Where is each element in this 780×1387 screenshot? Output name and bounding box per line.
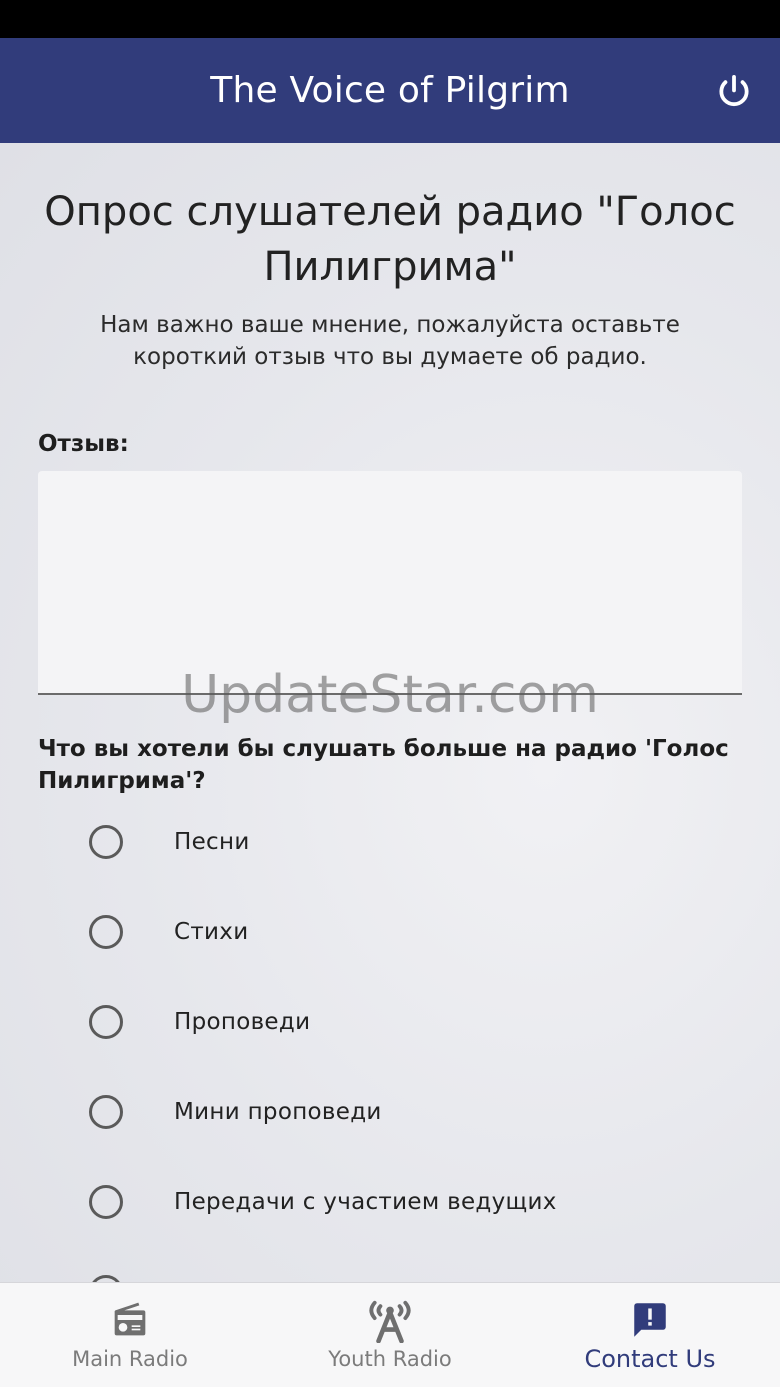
radio-button[interactable] (89, 1275, 123, 1282)
power-button[interactable] (714, 72, 754, 112)
option-mini-sermons[interactable]: Мини проповеди (0, 1067, 780, 1157)
option-label: Песни (174, 829, 250, 855)
bottom-navigation: Main Radio Youth Radio Contact Us (0, 1282, 780, 1387)
survey-title: Опрос слушателей радио "Голос Пилигрима" (44, 189, 736, 290)
option-label: Мини проповеди (174, 1099, 382, 1125)
radio-button[interactable] (89, 1095, 123, 1129)
status-bar (0, 0, 780, 38)
nav-contact-us[interactable]: Contact Us (520, 1283, 780, 1387)
nav-label: Contact Us (584, 1345, 716, 1373)
feedback-label: Отзыв: (38, 431, 129, 457)
option-poems[interactable]: Стихи (0, 887, 780, 977)
radio-button[interactable] (89, 915, 123, 949)
nav-youth-radio[interactable]: Youth Radio (260, 1283, 520, 1387)
option-partial[interactable] (0, 1247, 780, 1282)
option-sermons[interactable]: Проповеди (0, 977, 780, 1067)
option-label: Проповеди (174, 1009, 311, 1035)
power-icon (719, 75, 749, 107)
app-bar: The Voice of Pilgrim (0, 38, 780, 143)
feedback-icon (634, 1303, 666, 1337)
option-hosted-shows[interactable]: Передачи с участием ведущих (0, 1157, 780, 1247)
survey-question: Что вы хотели бы слушать больше на радио… (38, 736, 729, 794)
radio-button[interactable] (89, 825, 123, 859)
option-label: Передачи с участием ведущих (174, 1189, 557, 1215)
nav-main-radio[interactable]: Main Radio (0, 1283, 260, 1387)
option-songs[interactable]: Песни (0, 797, 780, 887)
survey-subtitle: Нам важно ваше мнение, пожалуйста оставь… (100, 312, 680, 370)
radio-button[interactable] (89, 1185, 123, 1219)
feedback-textarea[interactable] (38, 471, 742, 695)
option-label: Стихи (174, 919, 249, 945)
survey-content[interactable]: Опрос слушателей радио "Голос Пилигрима"… (0, 143, 780, 1282)
app-title: The Voice of Pilgrim (210, 70, 570, 111)
nav-label: Youth Radio (328, 1347, 452, 1371)
radio-icon (114, 1302, 146, 1336)
broadcast-tower-icon (369, 1300, 411, 1343)
radio-button[interactable] (89, 1005, 123, 1039)
nav-label: Main Radio (72, 1347, 188, 1371)
